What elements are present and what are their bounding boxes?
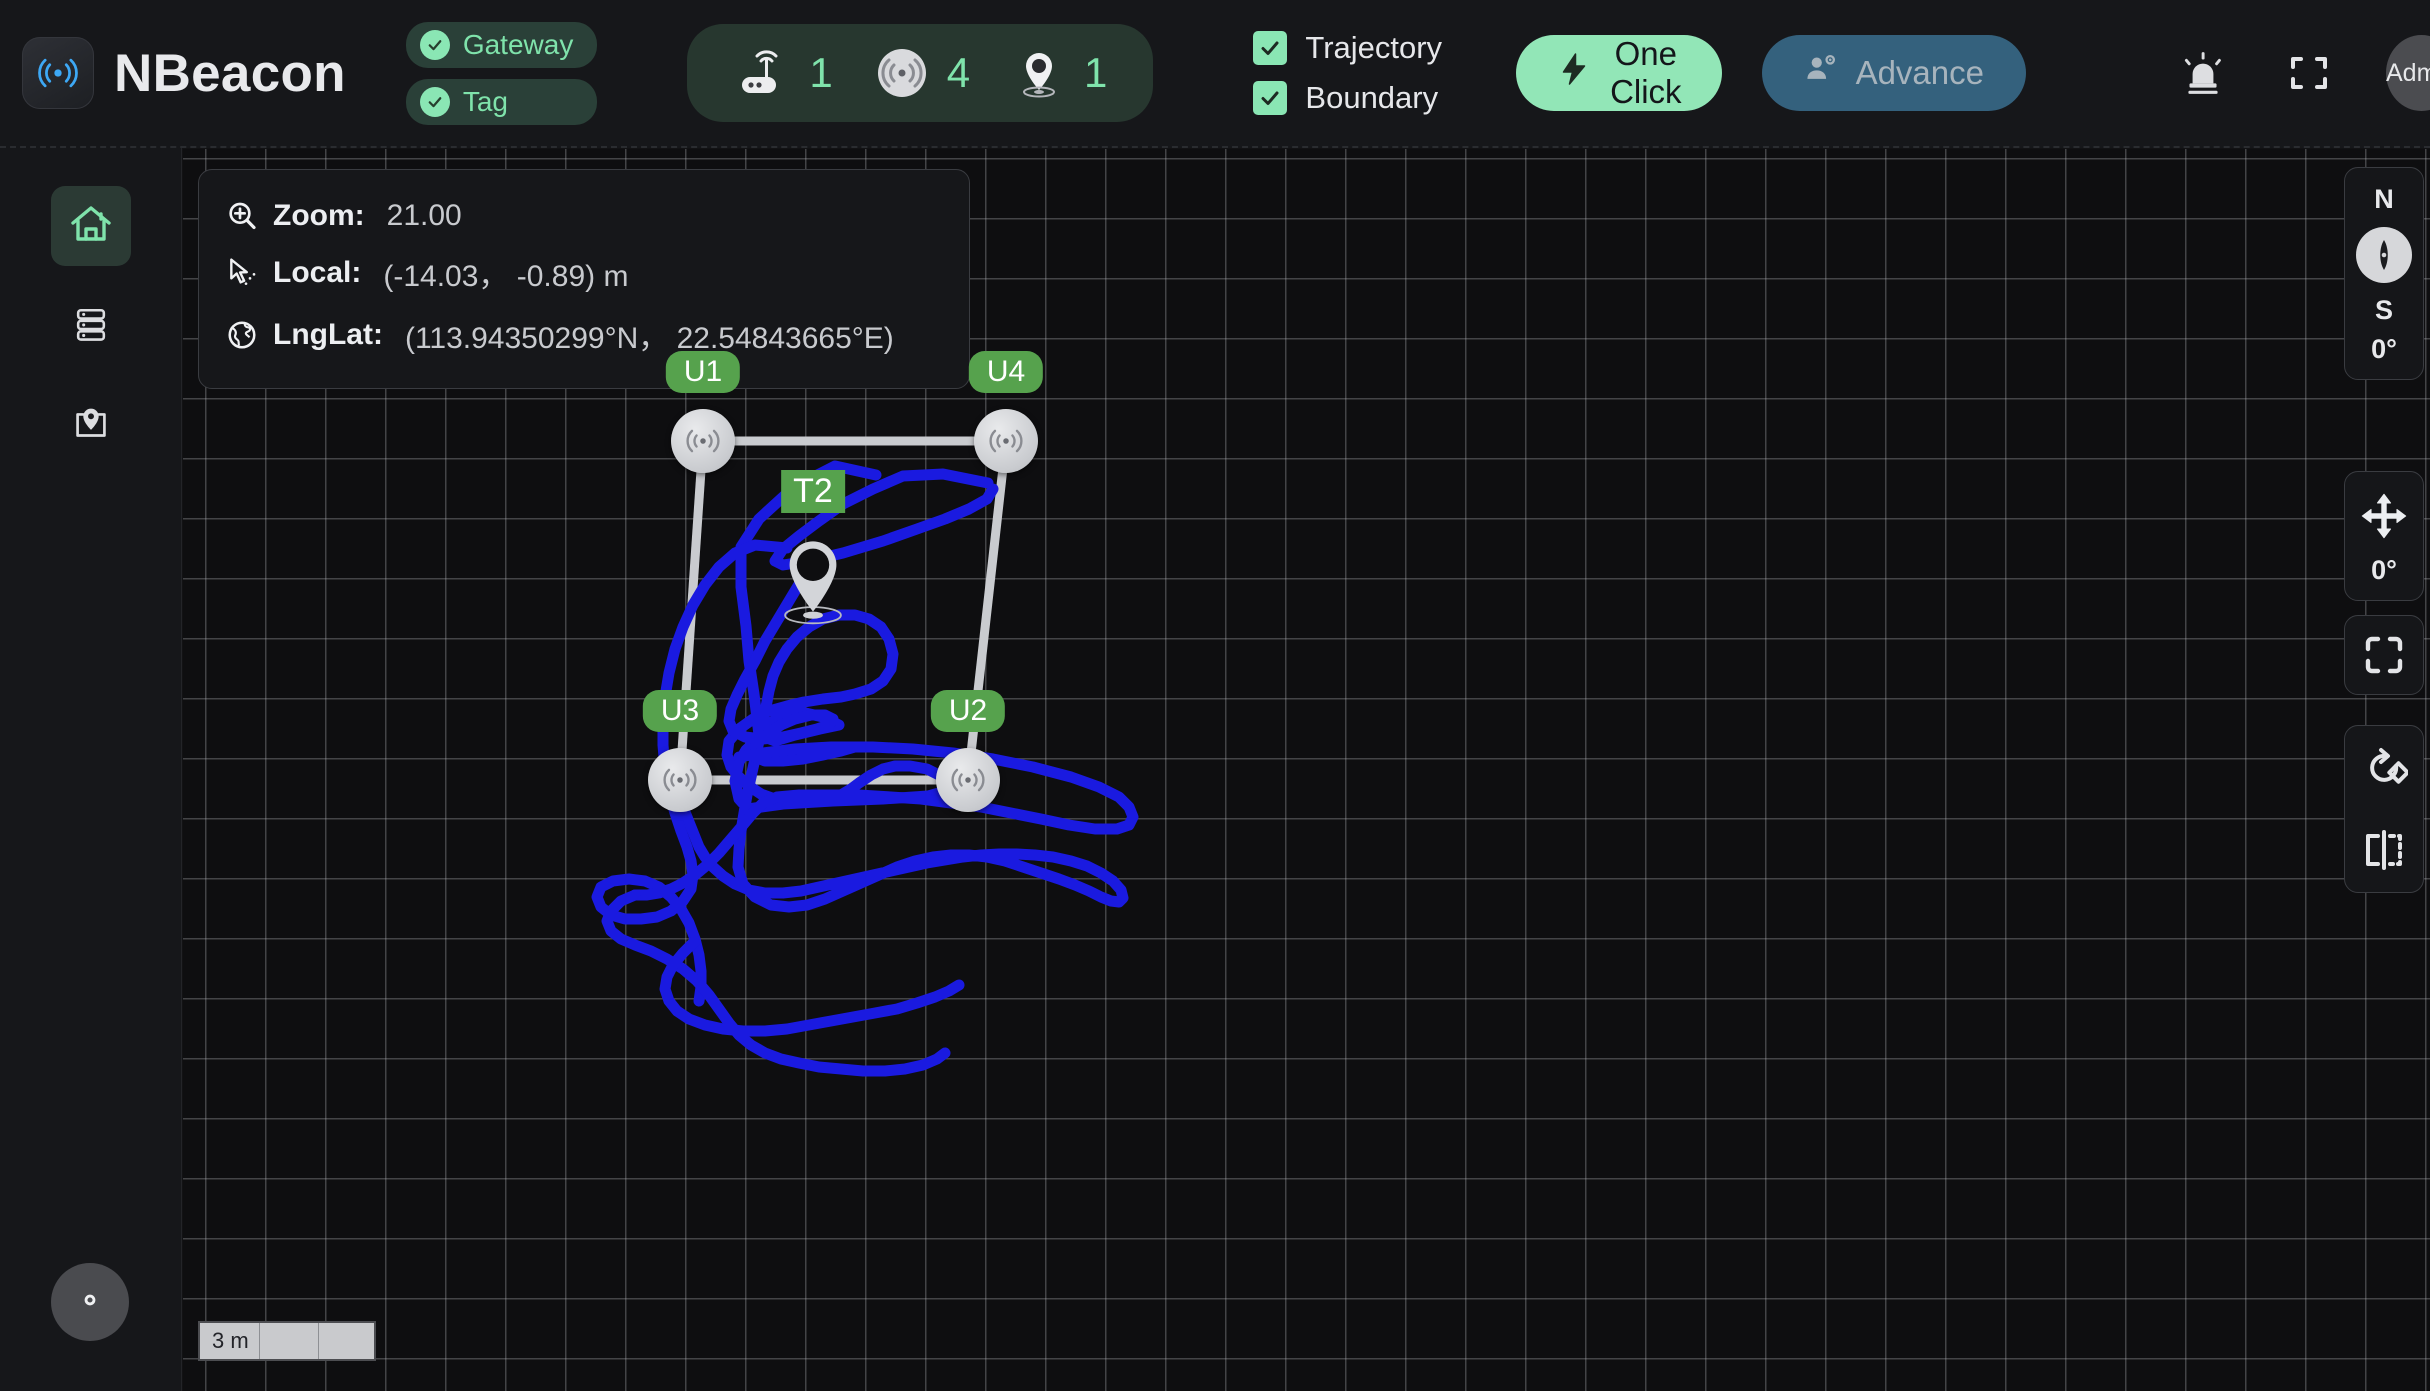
anchor-beacon-icon [936, 748, 1000, 812]
pan-angle-value: 0° [2371, 555, 2397, 585]
info-row-local: Local: (-14.03， -0.89) m [225, 242, 943, 304]
beacon-signal-icon [22, 37, 94, 109]
avatar[interactable]: Admin [2386, 35, 2430, 111]
rotate-shape-icon[interactable] [2356, 740, 2412, 796]
advance-button[interactable]: Advance [1761, 35, 2026, 111]
gateway-count-value: 1 [809, 49, 833, 96]
checkbox-boundary[interactable]: Boundary [1253, 80, 1442, 116]
compass-needle-icon [2356, 227, 2412, 284]
compass-north-label: N [2374, 184, 2394, 214]
trajectory-path-segment-bottom2 [659, 935, 965, 1037]
scale-bar: 3 m [198, 1321, 376, 1361]
info-row-zoom: Zoom: 21.00 [225, 190, 943, 242]
one-click-button[interactable]: One Click [1516, 35, 1722, 111]
status-badge-tag[interactable]: Tag [405, 78, 598, 125]
lightning-bolt-icon [1556, 51, 1592, 95]
info-value-zoom: 21.00 [386, 199, 462, 232]
checkbox-checked-icon [1253, 31, 1288, 65]
status-label: Gateway [462, 28, 574, 60]
gateway-counter[interactable]: 1 [717, 42, 848, 104]
anchor-label: U4 [968, 351, 1044, 393]
status-badge-gateway[interactable]: Gateway [405, 21, 598, 68]
device-counter-group: 1 4 1 [687, 24, 1154, 122]
pan-control[interactable]: 0° [2344, 471, 2424, 601]
router-icon [733, 42, 795, 104]
status-label: Tag [462, 85, 508, 117]
anchor-label: U2 [930, 690, 1006, 732]
checkbox-label: Boundary [1305, 80, 1439, 115]
anchor-node-u1[interactable]: U1 [665, 351, 741, 473]
info-value-local: (-14.03， -0.89) m [383, 260, 629, 293]
fit-screen-button[interactable] [2344, 615, 2424, 695]
checkbox-checked-icon [1253, 81, 1288, 115]
status-pill-group: Gateway Tag [405, 21, 598, 125]
brand: NBeacon [22, 37, 346, 109]
layer-checkbox-group: Trajectory Boundary [1253, 30, 1442, 116]
compass-heading-value: 0° [2371, 334, 2397, 365]
page-title: NBeacon [114, 43, 346, 103]
tag-count-value: 1 [1084, 49, 1108, 96]
zoom-in-icon [225, 199, 259, 233]
compass-south-label: S [2374, 295, 2393, 326]
pan-arrows-icon [2358, 490, 2410, 547]
info-key: Local: [273, 256, 362, 289]
info-key: Zoom: [273, 199, 365, 232]
home-icon [67, 200, 115, 253]
anchor-node-u4[interactable]: U4 [968, 351, 1044, 473]
info-key: LngLat: [273, 318, 383, 351]
map-location-icon [68, 401, 114, 452]
sidebar-item-devices[interactable] [51, 286, 131, 366]
check-circle-icon [419, 86, 450, 117]
sidebar-item-map[interactable] [51, 386, 131, 466]
app-root: NBeacon Gateway Tag 1 4 1 Trajectory Bou… [0, 0, 2430, 1391]
fit-screen-icon [2356, 627, 2412, 683]
tag-counter[interactable]: 1 [992, 42, 1123, 104]
anchor-beacon-icon [974, 409, 1038, 473]
anchor-count-value: 4 [946, 49, 971, 96]
settings-button[interactable] [51, 1263, 129, 1341]
anchor-counter[interactable]: 4 [855, 42, 986, 104]
anchor-beacon-icon [671, 409, 735, 473]
server-rack-icon [69, 302, 113, 351]
globe-icon [225, 318, 259, 352]
mirror-flip-icon[interactable] [2356, 822, 2412, 878]
tag-label: T2 [781, 470, 845, 513]
anchor-label: U1 [665, 351, 741, 393]
gear-icon [73, 1283, 107, 1322]
user-gear-icon [1804, 52, 1838, 94]
info-row-lnglat: LngLat: (113.94350299°N， 22.54843665°E) [225, 304, 943, 366]
map-canvas[interactable]: Zoom: 21.00 Local: (-14.03， -0.89) m Lng… [183, 149, 2430, 1391]
scale-tick [259, 1323, 260, 1359]
tag-marker-t2[interactable]: T2 [777, 470, 849, 631]
alarm-light-icon[interactable] [2176, 46, 2230, 100]
compass-control[interactable]: N S 0° [2344, 167, 2424, 381]
scale-bar-label: 3 m [212, 1328, 249, 1353]
scale-tick [318, 1323, 319, 1359]
fullscreen-icon[interactable] [2282, 46, 2336, 100]
checkbox-trajectory[interactable]: Trajectory [1253, 30, 1442, 66]
map-pin-icon [784, 541, 842, 625]
cursor-crosshair-icon [225, 256, 259, 290]
info-value-lnglat: (113.94350299°N， 22.54843665°E) [404, 322, 894, 355]
app-header: NBeacon Gateway Tag 1 4 1 Trajectory Bou… [0, 0, 2430, 148]
checkbox-label: Trajectory [1305, 30, 1443, 65]
sidebar [0, 148, 182, 1391]
one-click-label: One Click [1610, 35, 1682, 110]
anchor-node-u2[interactable]: U2 [930, 690, 1006, 812]
map-info-panel: Zoom: 21.00 Local: (-14.03， -0.89) m Lng… [198, 169, 970, 389]
avatar-label: Admin [2386, 58, 2430, 87]
anchor-label: U3 [642, 690, 718, 732]
check-circle-icon [419, 29, 450, 60]
map-tool-group [2344, 725, 2424, 893]
header-icon-group [2176, 46, 2336, 100]
map-pin-icon [1008, 42, 1070, 104]
anchor-node-u3[interactable]: U3 [642, 690, 718, 812]
anchor-beacon-icon [871, 42, 933, 104]
advance-label: Advance [1855, 54, 1984, 91]
anchor-beacon-icon [648, 748, 712, 812]
sidebar-item-home[interactable] [50, 186, 131, 266]
